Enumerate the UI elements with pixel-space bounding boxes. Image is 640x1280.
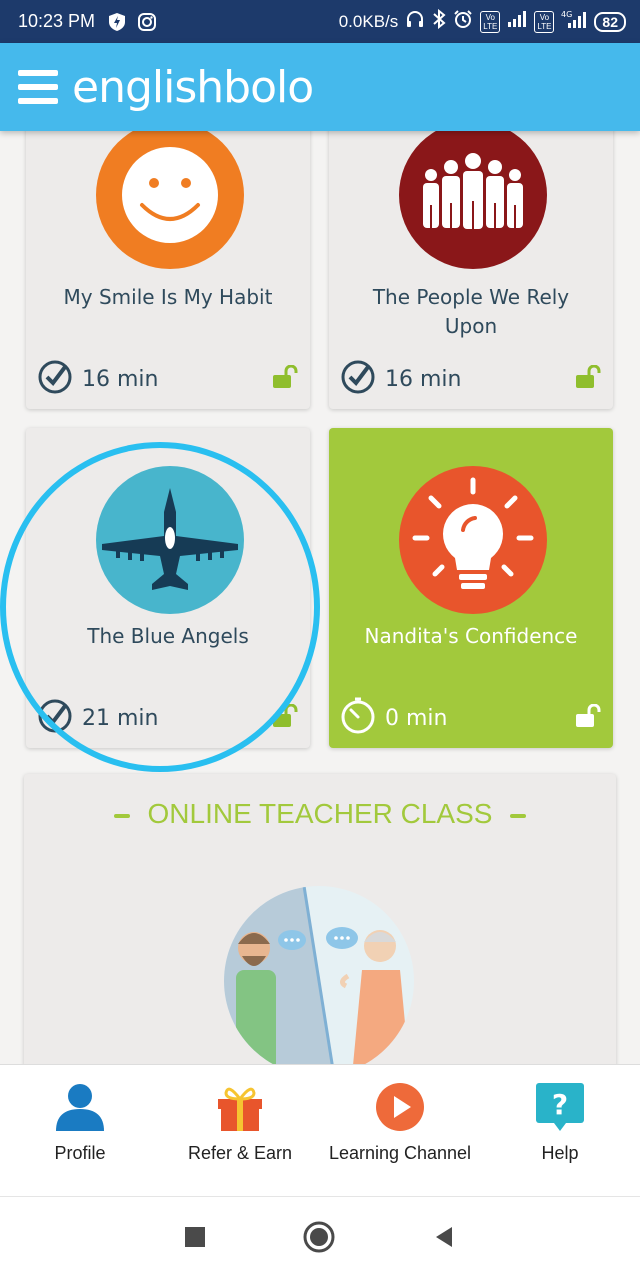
back-icon[interactable] (432, 1225, 456, 1253)
volte-badge-1: Vo LTE (480, 10, 501, 33)
svg-text:4G: 4G (561, 10, 572, 19)
duration-text: 0 min (385, 705, 448, 731)
status-time: 10:23 PM (18, 11, 96, 31)
play-icon (372, 1079, 428, 1135)
bottom-navigation: Profile Refer & Earn Learning Channel ? … (0, 1064, 640, 1196)
lesson-title: Nandita's Confidence (364, 624, 578, 648)
headphones-icon (405, 9, 425, 34)
nav-label: Help (541, 1143, 579, 1163)
duration-text: 16 min (82, 366, 159, 392)
fighter-jet-icon (96, 466, 244, 614)
signal-icon-1 (507, 10, 527, 33)
lesson-grid: My Smile Is My Habit 16 min The People W… (0, 131, 640, 1064)
lesson-duration: 0 min (339, 696, 447, 740)
timer-check-icon (339, 357, 377, 401)
lesson-title: The People We Rely Upon (372, 285, 570, 338)
lesson-title: The Blue Angels (87, 624, 249, 648)
lesson-duration: 16 min (339, 357, 461, 401)
lesson-card-smile[interactable]: My Smile Is My Habit 16 min (26, 131, 310, 409)
lesson-card-nandita[interactable]: Nandita's Confidence 0 min (329, 428, 613, 748)
help-icon: ? (532, 1079, 588, 1135)
gift-icon (212, 1079, 268, 1135)
battery-indicator: 82 (594, 11, 626, 32)
bluetooth-icon (432, 8, 446, 34)
lesson-title: My Smile Is My Habit (63, 285, 273, 309)
nav-label: Learning Channel (328, 1143, 472, 1163)
unlock-icon (575, 364, 601, 393)
lesson-card-blue-angels[interactable]: The Blue Angels 21 min (26, 428, 310, 748)
lesson-duration: 16 min (36, 357, 158, 401)
home-icon[interactable] (302, 1220, 336, 1258)
nav-refer-earn[interactable]: Refer & Earn (160, 1065, 320, 1196)
svg-text:?: ? (552, 1088, 568, 1121)
signal-icon-2: 4G (561, 9, 587, 34)
nav-learning-channel[interactable]: Learning Channel (320, 1065, 480, 1196)
timer-check-icon (36, 357, 74, 401)
bolt-shield-icon (107, 12, 127, 32)
lesson-duration: 21 min (36, 696, 158, 740)
app-header: englishbolo (0, 43, 640, 131)
menu-icon[interactable] (18, 70, 58, 104)
instagram-icon (137, 12, 157, 32)
unlock-icon (575, 703, 601, 732)
profile-icon (52, 1079, 108, 1135)
nav-label: Refer & Earn (187, 1143, 293, 1163)
timer-check-icon (36, 696, 74, 740)
system-navigation (0, 1196, 640, 1280)
online-teacher-class-card[interactable]: ONLINE TEACHER CLASS (24, 774, 616, 1064)
alarm-icon (453, 9, 473, 34)
volte-badge-2: Vo LTE (534, 10, 555, 33)
lesson-card-people[interactable]: The People We Rely Upon 16 min (329, 131, 613, 409)
unlock-icon (272, 703, 298, 732)
nav-label: Profile (54, 1143, 106, 1163)
teacher-illustration (224, 886, 414, 1064)
lightbulb-icon (399, 466, 547, 614)
duration-text: 16 min (385, 366, 462, 392)
timer-icon (339, 696, 377, 740)
duration-text: 21 min (82, 705, 159, 731)
smiley-icon (96, 131, 244, 269)
recents-icon[interactable] (184, 1226, 206, 1252)
status-bar: 10:23 PM 0.0KB/s Vo LTE Vo LTE 4G 82 (0, 0, 640, 43)
app-logo: englishbolo (72, 61, 314, 113)
nav-help[interactable]: ? Help (480, 1065, 640, 1196)
people-group-icon (399, 131, 547, 269)
teacher-section-title: ONLINE TEACHER CLASS (24, 798, 616, 830)
network-speed: 0.0KB/s (338, 11, 399, 31)
unlock-icon (272, 364, 298, 393)
nav-profile[interactable]: Profile (0, 1065, 160, 1196)
